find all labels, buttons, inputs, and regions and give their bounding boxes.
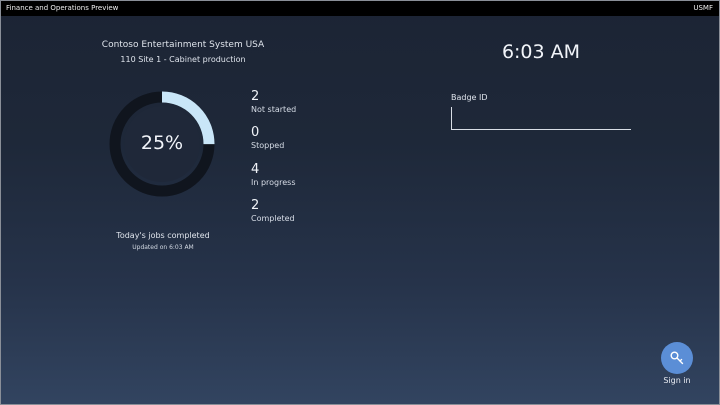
title-bar: Finance and Operations Preview USMF [1,1,719,16]
badge-id-input[interactable] [451,107,631,130]
stat-label: Not started [251,105,297,114]
sign-in-button[interactable] [661,342,693,374]
stat-stopped: 0 Stopped [251,125,284,151]
percent-complete: 25% [140,132,184,154]
sign-in-label: Sign in [663,376,691,385]
company-code: USMF [693,4,713,12]
stat-value: 2 [251,198,260,213]
jobs-completed-caption: Today's jobs completed [116,231,210,240]
badge-id-label: Badge ID [451,93,488,102]
stat-value: 4 [251,162,260,177]
stat-label: In progress [251,178,296,187]
stat-completed: 2 Completed [251,198,295,224]
organization-name: Contoso Entertainment System USA [101,40,265,50]
clock: 6:03 AM [501,41,581,63]
kiosk-window: Finance and Operations Preview USMF Cont… [0,0,720,405]
updated-timestamp: Updated on 6:03 AM [132,244,194,251]
stat-value: 0 [251,125,260,140]
stat-label: Completed [251,214,295,223]
stat-value: 2 [251,89,260,104]
key-icon [670,351,684,365]
site-name: 110 Site 1 - Cabinet production [120,55,246,64]
app-title: Finance and Operations Preview [6,4,119,12]
stat-label: Stopped [251,141,285,150]
stat-in-progress: 4 In progress [251,162,296,188]
stat-not-started: 2 Not started [251,89,296,115]
